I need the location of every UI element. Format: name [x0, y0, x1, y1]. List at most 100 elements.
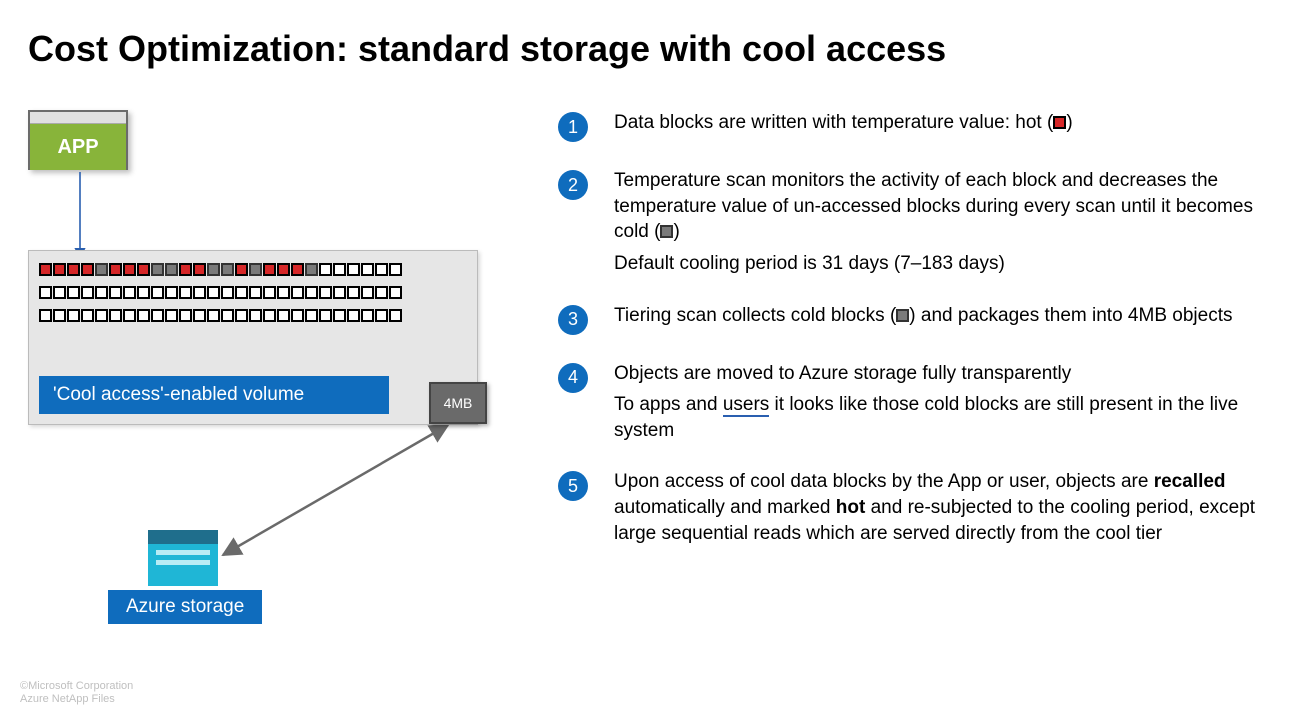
- data-block: [277, 286, 290, 299]
- data-block: [333, 286, 346, 299]
- step-item: 2 Temperature scan monitors the activity …: [558, 168, 1281, 277]
- data-block: [207, 286, 220, 299]
- data-block: [39, 309, 52, 322]
- data-block: [319, 309, 332, 322]
- data-block: [193, 309, 206, 322]
- data-block: [151, 263, 164, 276]
- data-block: [291, 263, 304, 276]
- data-block: [165, 286, 178, 299]
- block-row-3: [39, 309, 467, 322]
- data-block: [249, 286, 262, 299]
- data-block: [361, 263, 374, 276]
- data-block: [81, 309, 94, 322]
- data-block: [277, 263, 290, 276]
- cold-swatch-icon: [660, 225, 673, 238]
- block-row-1: [39, 263, 467, 276]
- volume-label: 'Cool access'-enabled volume: [39, 376, 389, 414]
- data-block: [375, 263, 388, 276]
- step-number: 2: [558, 170, 588, 200]
- data-block: [277, 309, 290, 322]
- data-block: [53, 309, 66, 322]
- step-subtext: To apps and users it looks like those co…: [614, 392, 1281, 443]
- footer: ©Microsoft Corporation Azure NetApp File…: [20, 680, 133, 706]
- data-block: [137, 263, 150, 276]
- data-block: [179, 309, 192, 322]
- azure-storage-label: Azure storage: [108, 590, 262, 624]
- data-block: [263, 286, 276, 299]
- data-block: [263, 263, 276, 276]
- data-block: [179, 286, 192, 299]
- data-block: [207, 309, 220, 322]
- data-block: [291, 309, 304, 322]
- data-block: [123, 263, 136, 276]
- data-block: [305, 263, 318, 276]
- data-block: [221, 286, 234, 299]
- data-block: [81, 263, 94, 276]
- step-item: 3 Tiering scan collects cold blocks () an…: [558, 303, 1281, 335]
- data-block: [123, 309, 136, 322]
- data-block: [361, 309, 374, 322]
- object-4mb: 4MB: [429, 382, 487, 424]
- data-block: [151, 309, 164, 322]
- data-block: [235, 286, 248, 299]
- step-text: Tiering scan collects cold blocks () and…: [614, 303, 1232, 335]
- data-block: [375, 286, 388, 299]
- data-block: [137, 309, 150, 322]
- step-text: Temperature scan monitors the activity o…: [614, 168, 1281, 277]
- step-text: Upon access of cool data blocks by the A…: [614, 469, 1281, 546]
- app-box: APP: [28, 110, 128, 170]
- step-item: 5 Upon access of cool data blocks by the …: [558, 469, 1281, 546]
- data-block: [221, 263, 234, 276]
- data-block: [53, 286, 66, 299]
- data-block: [221, 309, 234, 322]
- data-block: [39, 263, 52, 276]
- data-block: [95, 263, 108, 276]
- hot-swatch-icon: [1053, 116, 1066, 129]
- data-block: [249, 263, 262, 276]
- data-block: [193, 286, 206, 299]
- footer-copyright: ©Microsoft Corporation: [20, 680, 133, 693]
- step-item: 1Data blocks are written with temperatur…: [558, 110, 1281, 142]
- volume-box: 'Cool access'-enabled volume 4MB: [28, 250, 478, 425]
- data-block: [109, 263, 122, 276]
- data-block: [39, 286, 52, 299]
- data-block: [95, 309, 108, 322]
- step-subtext: Default cooling period is 31 days (7–183…: [614, 251, 1281, 277]
- data-block: [95, 286, 108, 299]
- diagram-area: APP: [28, 110, 498, 572]
- block-row-2: [39, 286, 467, 299]
- data-block: [67, 309, 80, 322]
- data-block: [333, 309, 346, 322]
- data-block: [165, 309, 178, 322]
- data-block: [347, 263, 360, 276]
- data-block: [109, 286, 122, 299]
- data-block: [291, 286, 304, 299]
- data-block: [235, 309, 248, 322]
- step-item: 4 Objects are moved to Azure storage full…: [558, 361, 1281, 444]
- azure-storage-icon: [148, 530, 218, 586]
- step-text: Objects are moved to Azure storage fully…: [614, 361, 1281, 444]
- app-label: APP: [30, 124, 126, 170]
- data-block: [137, 286, 150, 299]
- data-block: [249, 309, 262, 322]
- cold-swatch-icon: [896, 309, 909, 322]
- data-block: [165, 263, 178, 276]
- footer-product: Azure NetApp Files: [20, 693, 133, 706]
- data-block: [207, 263, 220, 276]
- step-number: 3: [558, 305, 588, 335]
- data-block: [389, 263, 402, 276]
- data-block: [67, 263, 80, 276]
- data-block: [375, 309, 388, 322]
- data-block: [389, 309, 402, 322]
- data-block: [53, 263, 66, 276]
- step-number: 4: [558, 363, 588, 393]
- data-block: [333, 263, 346, 276]
- data-block: [235, 263, 248, 276]
- data-block: [193, 263, 206, 276]
- data-block: [263, 309, 276, 322]
- step-number: 5: [558, 471, 588, 501]
- data-block: [179, 263, 192, 276]
- app-titlebar: [30, 112, 126, 124]
- data-block: [361, 286, 374, 299]
- data-block: [347, 286, 360, 299]
